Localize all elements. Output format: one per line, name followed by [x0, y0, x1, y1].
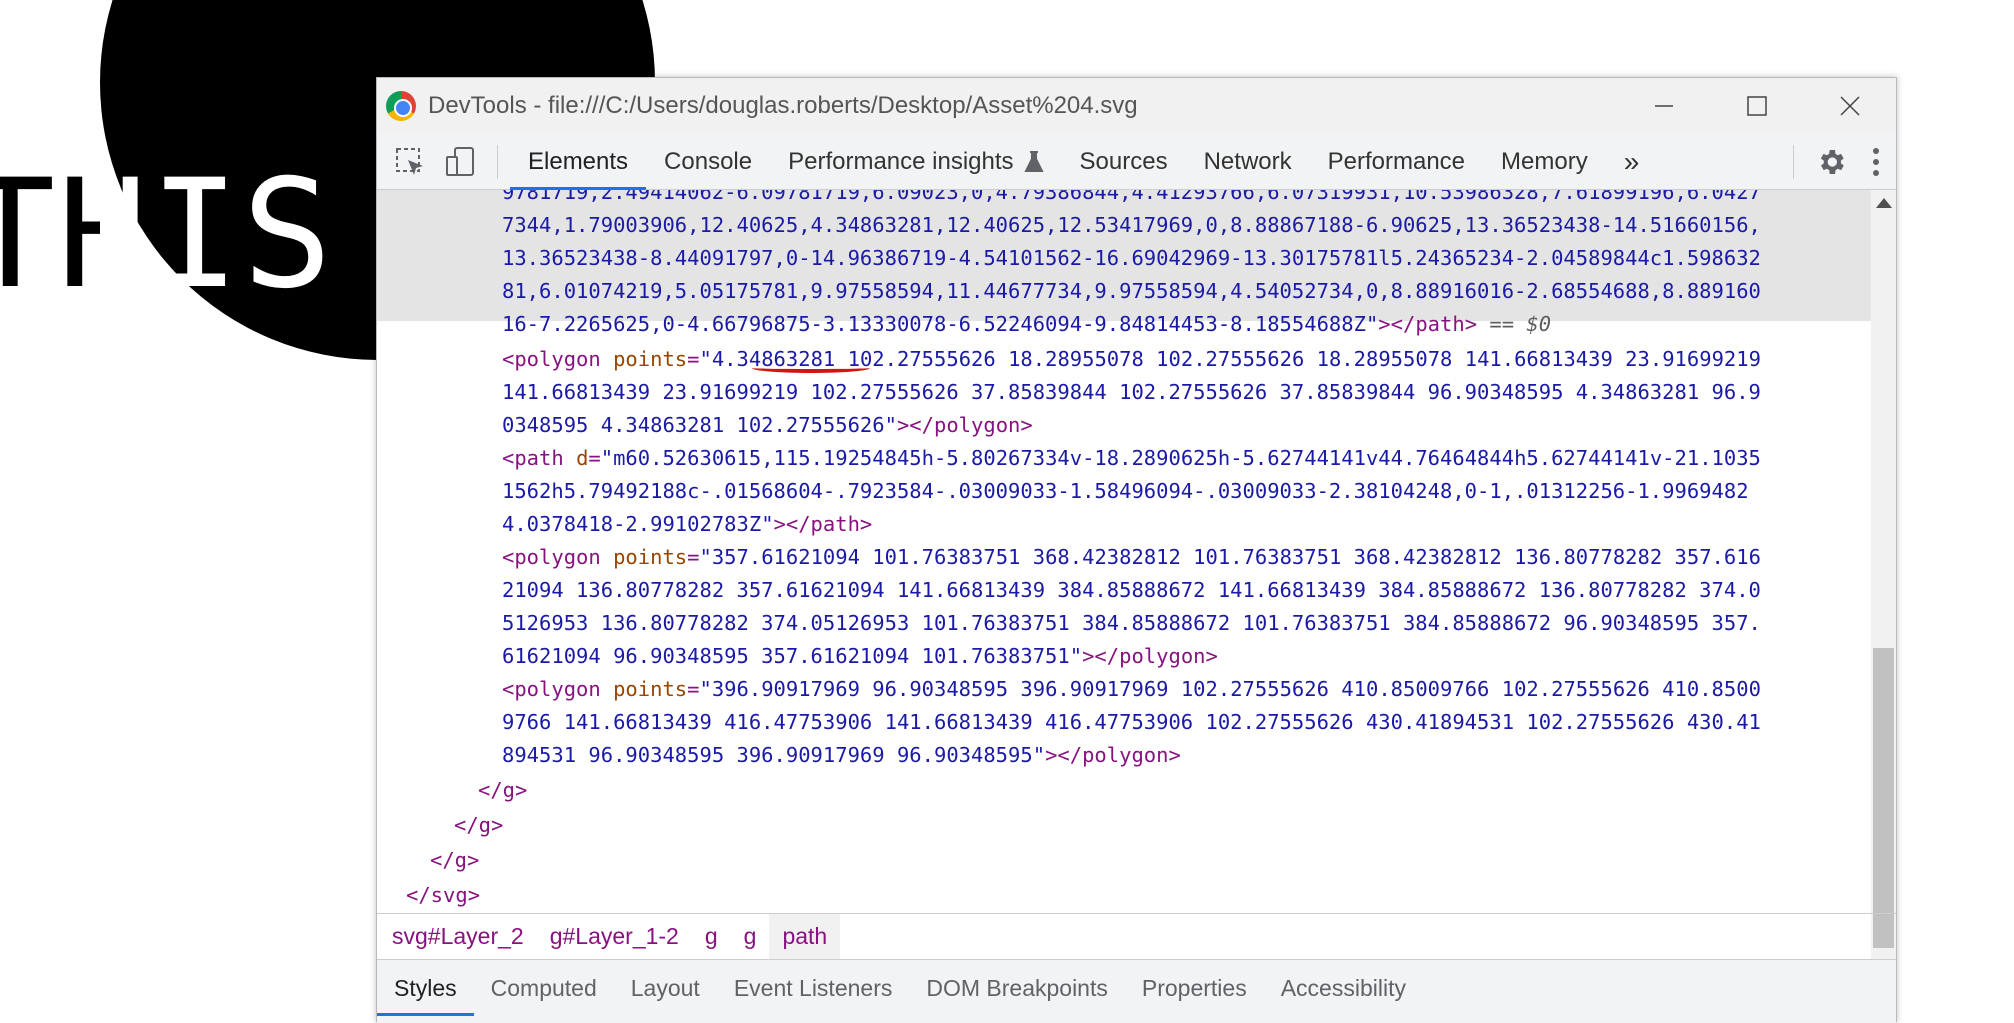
code-line[interactable]: 81,6.01074219,5.05175781,9.97558594,11.4…: [502, 275, 1761, 308]
window-controls: [1617, 78, 1896, 134]
breadcrumb: svg#Layer_2 g#Layer_1-2 g g path: [377, 913, 1896, 960]
sidebar-pane-tabs: Styles Computed Layout Event Listeners D…: [377, 959, 1896, 1023]
devtools-window: DevTools - file:///C:/Users/douglas.robe…: [376, 77, 1897, 1023]
code-line[interactable]: 13.36523438-8.44091797,0-14.96386719-4.5…: [502, 242, 1761, 275]
code-line[interactable]: 4.0378418-2.99102783Z"></path>: [502, 508, 872, 541]
code-line[interactable]: 1562h5.79492188c-.01568604-.7923584-.030…: [502, 475, 1749, 508]
tab-console[interactable]: Console: [646, 134, 770, 190]
tab-performance-insights-label: Performance insights: [788, 147, 1014, 175]
settings-button[interactable]: [1806, 134, 1856, 190]
breadcrumb-item[interactable]: g: [731, 914, 770, 960]
code-line-close-g[interactable]: </g>: [478, 774, 527, 807]
elements-tree: 9781719,2.49414062-6.09781719,6.09023,0,…: [377, 190, 1873, 990]
code-line[interactable]: 0348595 4.34863281 102.27555626"></polyg…: [502, 409, 1033, 442]
code-line[interactable]: 9766 141.66813439 416.47753906 141.66813…: [502, 706, 1761, 739]
maximize-button[interactable]: [1710, 78, 1803, 134]
tab-performance-insights[interactable]: Performance insights: [770, 134, 1061, 190]
code-line-polygon[interactable]: <polygon points="396.90917969 96.9034859…: [502, 673, 1761, 706]
chrome-logo-icon: [386, 91, 416, 121]
toolbar-right: [1781, 134, 1896, 190]
kebab-menu-icon: [1873, 148, 1879, 176]
tab-properties[interactable]: Properties: [1125, 960, 1264, 1016]
scroll-up-arrow-icon[interactable]: [1876, 198, 1892, 208]
tab-accessibility[interactable]: Accessibility: [1264, 960, 1423, 1016]
code-line[interactable]: 141.66813439 23.91699219 102.27555626 37…: [502, 376, 1761, 409]
minimize-icon: [1654, 105, 1673, 107]
code-line-close-svg[interactable]: </svg>: [406, 879, 480, 912]
breadcrumb-item[interactable]: g#Layer_1-2: [537, 914, 692, 960]
code-line[interactable]: 61621094 96.90348595 357.61621094 101.76…: [502, 640, 1218, 673]
code-line-close-g[interactable]: </g>: [430, 844, 479, 877]
experiment-flask-icon: [1023, 150, 1044, 172]
breadcrumb-item-active[interactable]: path: [769, 913, 841, 960]
code-line[interactable]: 5126953 136.80778282 374.05126953 101.76…: [502, 607, 1761, 640]
code-line[interactable]: 21094 136.80778282 357.61621094 141.6681…: [502, 574, 1761, 607]
device-toolbar-button[interactable]: [435, 134, 485, 190]
minimize-button[interactable]: [1617, 78, 1710, 134]
tab-dom-breakpoints[interactable]: DOM Breakpoints: [909, 960, 1125, 1016]
breadcrumb-item[interactable]: g: [692, 914, 731, 960]
window-title: DevTools - file:///C:/Users/douglas.robe…: [428, 92, 1138, 119]
code-line[interactable]: 7344,1.79003906,12.40625,4.34863281,12.4…: [502, 209, 1761, 242]
tab-sources[interactable]: Sources: [1062, 134, 1186, 190]
background-word: THIS: [0, 160, 334, 310]
tab-computed[interactable]: Computed: [474, 960, 614, 1016]
title-bar: DevTools - file:///C:/Users/douglas.robe…: [377, 78, 1896, 134]
red-underline-annotation: [752, 363, 870, 373]
tab-network[interactable]: Network: [1186, 134, 1310, 190]
maximize-icon: [1746, 96, 1767, 116]
code-line-path[interactable]: <path d="m60.52630615,115.19254845h-5.80…: [502, 442, 1761, 475]
gear-icon: [1820, 150, 1844, 174]
scroll-thumb[interactable]: [1873, 648, 1894, 948]
close-button[interactable]: [1803, 78, 1896, 134]
tab-styles[interactable]: Styles: [377, 960, 474, 1016]
inspect-cursor-icon: [396, 147, 423, 175]
toolbar-divider: [497, 144, 498, 179]
code-line[interactable]: 16-7.2265625,0-4.66796875-3.13330078-6.5…: [502, 308, 1551, 341]
more-tabs-button[interactable]: »: [1606, 134, 1658, 190]
device-icon: [446, 146, 474, 176]
tab-elements[interactable]: Elements: [510, 134, 647, 190]
close-icon: [1839, 96, 1860, 116]
breadcrumb-item[interactable]: svg#Layer_2: [379, 914, 537, 960]
tab-performance[interactable]: Performance: [1310, 134, 1483, 190]
inspect-element-button[interactable]: [385, 134, 435, 190]
vertical-scrollbar[interactable]: [1871, 190, 1896, 990]
code-line-polygon[interactable]: <polygon points="4.34863281 102.27555626…: [502, 343, 1761, 376]
code-line[interactable]: 9781719,2.49414062-6.09781719,6.09023,0,…: [502, 190, 1761, 209]
tab-event-listeners[interactable]: Event Listeners: [717, 960, 910, 1016]
devtools-toolbar: Elements Console Performance insights So…: [377, 134, 1896, 190]
code-line[interactable]: 894531 96.90348595 396.90917969 96.90348…: [502, 739, 1181, 772]
code-line-close-g[interactable]: </g>: [454, 809, 503, 842]
tab-memory[interactable]: Memory: [1483, 134, 1606, 190]
tab-layout[interactable]: Layout: [614, 960, 717, 1016]
code-line-polygon[interactable]: <polygon points="357.61621094 101.763837…: [502, 541, 1761, 574]
more-options-button[interactable]: [1856, 134, 1896, 190]
toolbar-divider: [1793, 145, 1794, 179]
